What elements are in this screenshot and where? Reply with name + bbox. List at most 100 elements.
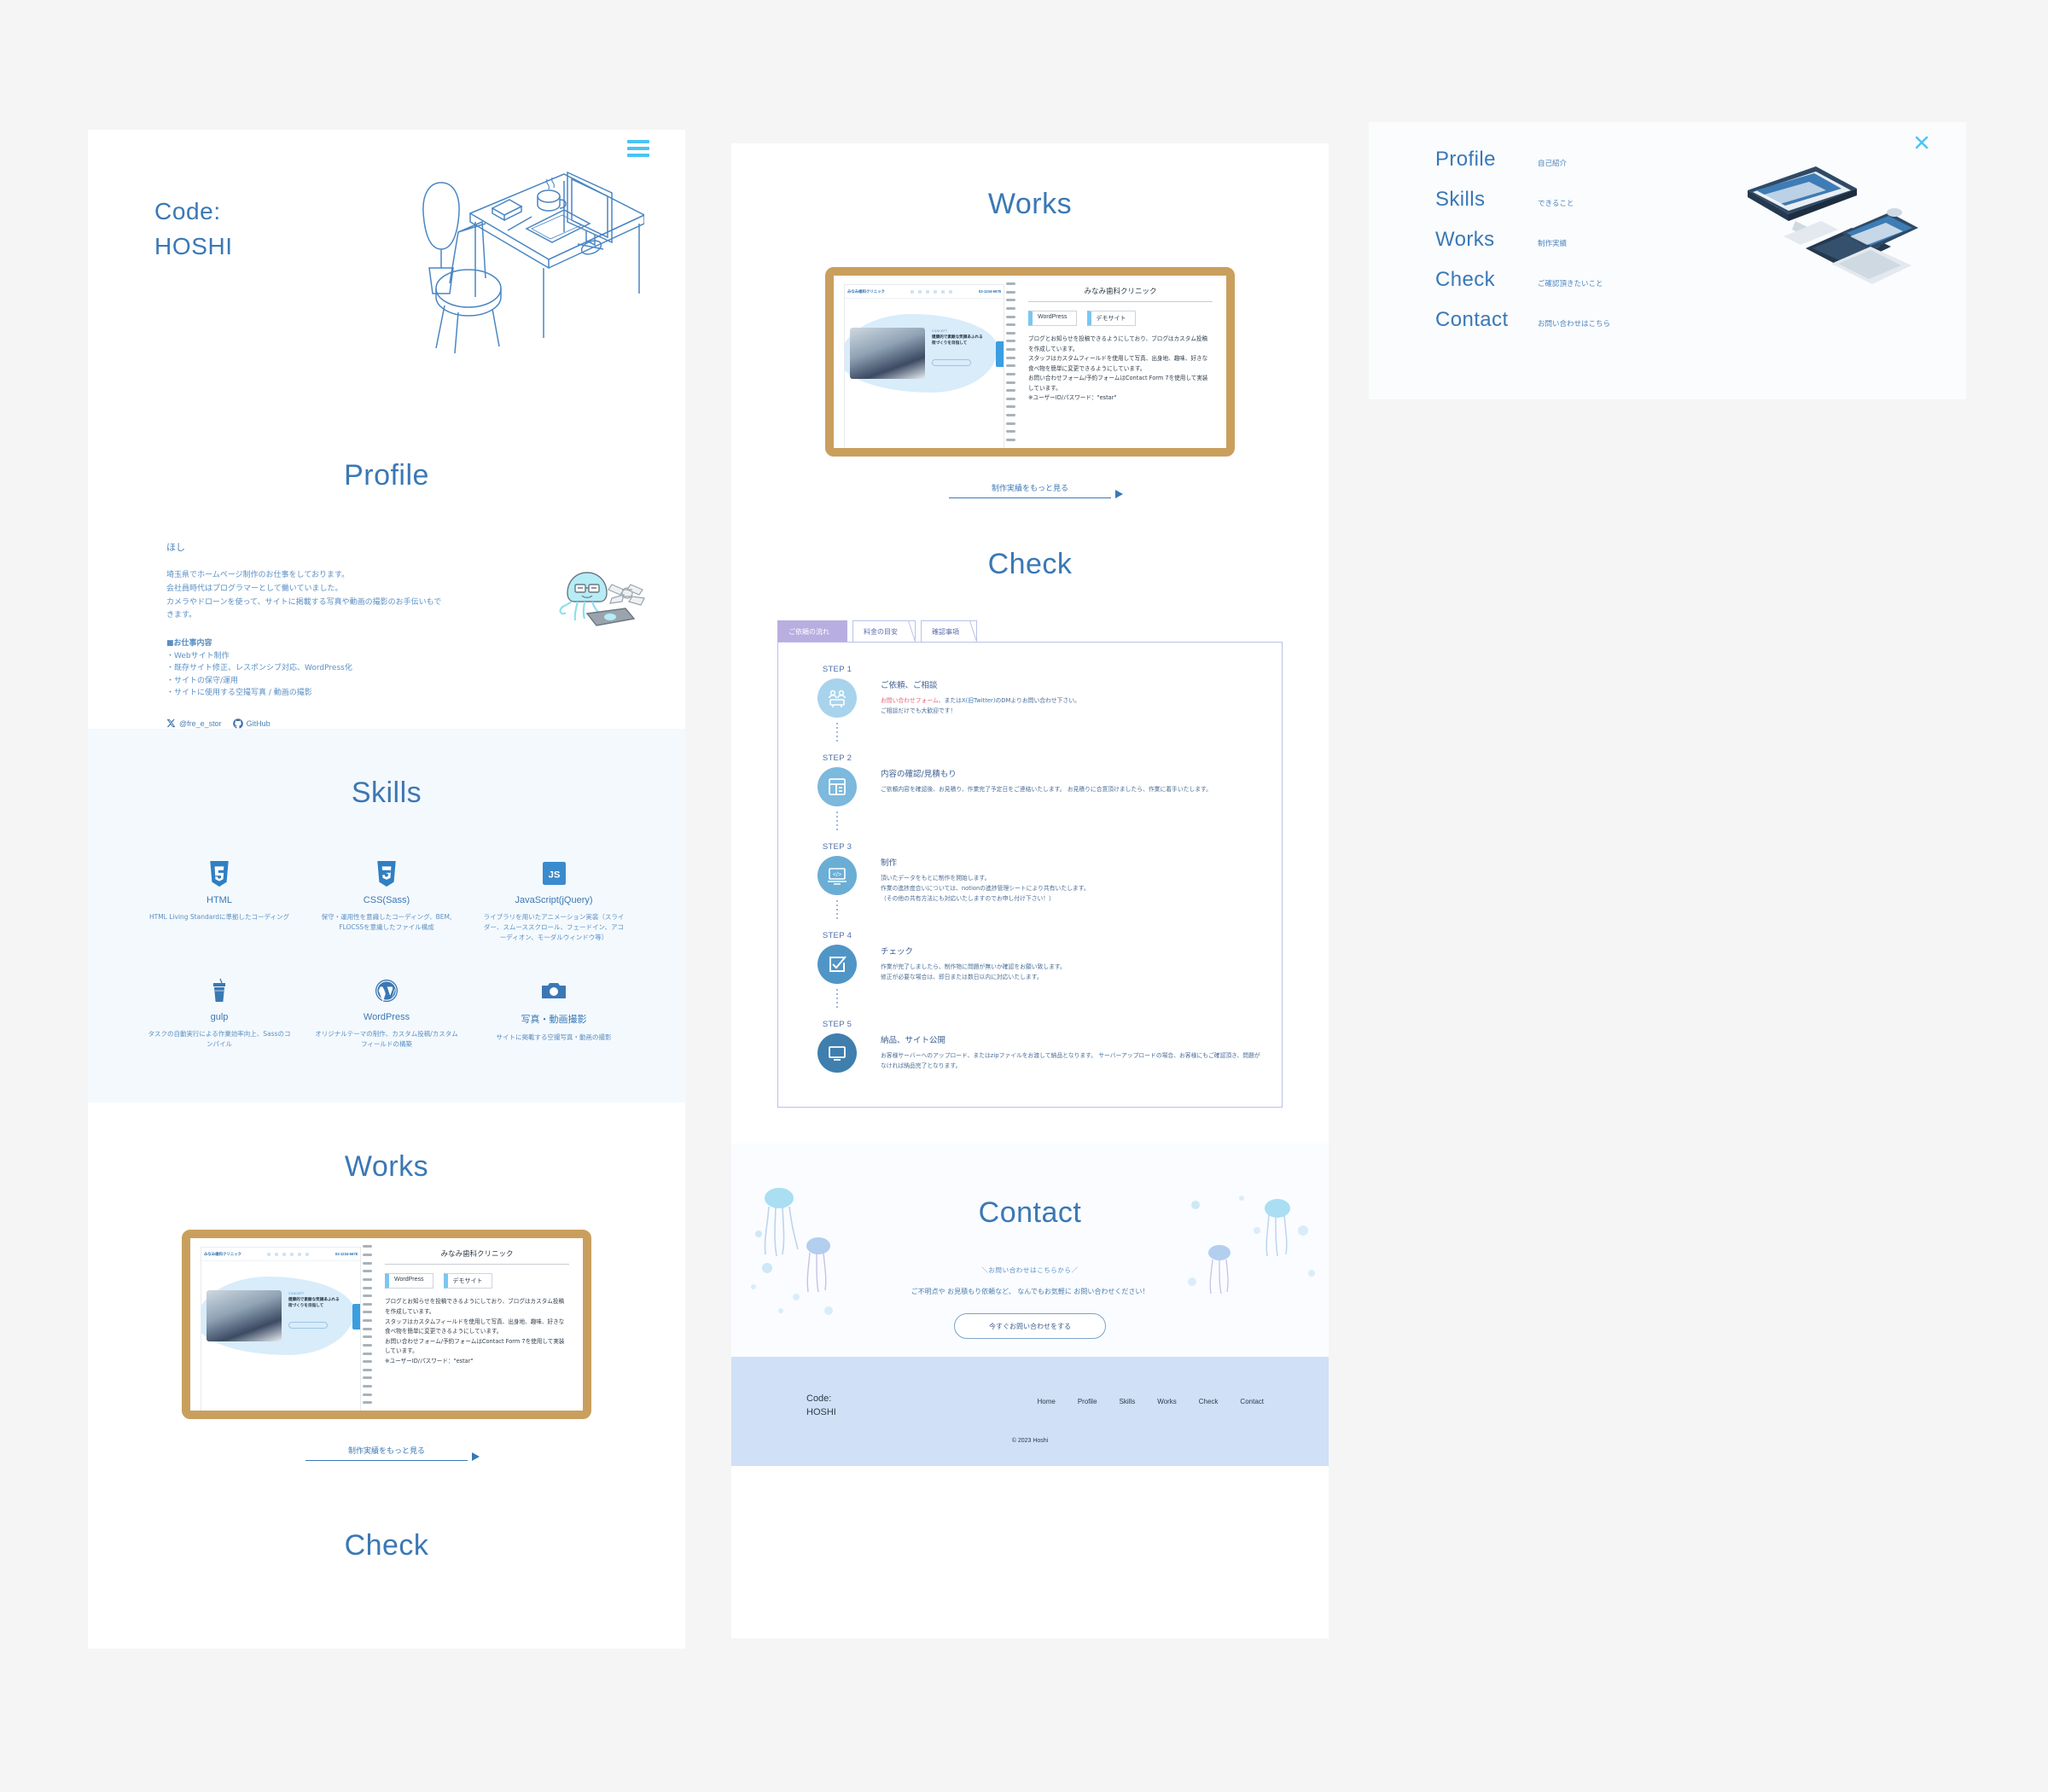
step-content: チェック 作業が完了しましたら、制作物に問題が無いか確認をお願い致します。 修正… — [870, 931, 1261, 1008]
step-marker: STEP 3 </> — [804, 842, 870, 919]
mini-site-hero: CONCEPT 健康的で素敵な笑顔あふれる 街づくりを目指して — [845, 299, 1004, 401]
footer-nav-contact[interactable]: Contact — [1240, 1398, 1264, 1405]
social-label-github: GitHub — [246, 719, 271, 728]
svg-text:JS: JS — [548, 870, 560, 881]
contact-subtext: ご不明点や お見積もり依頼など、 なんでもお気軽に お問い合わせください！ — [911, 1288, 1149, 1295]
close-icon[interactable] — [1913, 134, 1930, 151]
arrow-right-icon — [1115, 490, 1123, 498]
hero-copy: CONCEPT 健康的で素敵な笑顔あふれる 街づくりを目指して — [288, 1292, 353, 1329]
nav-label-jp: お問い合わせはこちら — [1538, 320, 1611, 329]
skill-desc: タスクの自動実行による作業効率向上、Sassのコンパイル — [148, 1029, 291, 1049]
work-description: ブログとお知らせを投稿できるようにしており、ブログはカスタム投稿を作成しています… — [1028, 335, 1208, 402]
footer-nav-profile[interactable]: Profile — [1078, 1398, 1097, 1405]
step-connector — [836, 812, 838, 830]
contact-title: Contact — [978, 1196, 1082, 1229]
javascript-icon: JS — [482, 859, 625, 888]
skill-desc: サイトに掲載する空撮写真・動画の撮影 — [496, 1033, 612, 1041]
step-marker: STEP 2 — [804, 753, 870, 830]
works-more-link[interactable]: 制作実績をもっと見る — [949, 482, 1123, 498]
skill-card-css: CSS(Sass) 保守・運用性を意識したコーディング、BEM, FLOCSSを… — [303, 859, 470, 944]
nav-label-en: Check — [1435, 268, 1496, 291]
step-description: 頂いたデータをもとに制作を開始します。 作業の進捗度合いについては、notion… — [881, 874, 1261, 905]
contact-button[interactable]: 今すぐお問い合わせをする — [954, 1313, 1106, 1339]
tab-pricing[interactable]: 料金の目安 — [852, 620, 916, 642]
profile-social-links: @fre_e_stor GitHub — [166, 718, 619, 729]
profile-work-item: ・Webサイト制作 — [166, 652, 230, 660]
steps-panel: STEP 1 ご依頼、ご相談 お問い合わせフォーム、またはX(旧Twitter)… — [777, 642, 1283, 1108]
step-desc-line3: （その他の共有方法にも対応いたしますのでお申し付け下さい！） — [881, 894, 1055, 902]
social-link-x[interactable]: @fre_e_stor — [166, 719, 222, 728]
step-number: STEP 5 — [822, 1020, 852, 1029]
work-badge-demo[interactable]: デモサイト — [443, 1273, 492, 1289]
skill-name: gulp — [210, 1011, 229, 1022]
tab-notes[interactable]: 確認事項 — [921, 620, 977, 642]
document-estimate-icon — [817, 767, 857, 806]
profile-work-heading: ■お仕事内容 — [166, 639, 212, 648]
social-link-github[interactable]: GitHub — [232, 718, 271, 729]
step-marker: STEP 4 — [804, 931, 870, 1008]
monitor-icon — [817, 1033, 857, 1073]
works-title: Works — [987, 188, 1073, 220]
site-footer: Code: HOSHI Home Profile Skills Works Ch… — [731, 1357, 1329, 1466]
work-badge-wordpress[interactable]: WordPress — [385, 1273, 433, 1289]
step-title: ご依頼、ご相談 — [881, 681, 938, 690]
step-description: ご依頼内容を確認後、お見積り、作業完了予定日をご連絡いたします。 お見積りに合意… — [881, 786, 1212, 793]
footer-brand: Code: HOSHI — [806, 1393, 836, 1420]
works-more-link[interactable]: 制作実績をもっと見る — [305, 1445, 480, 1462]
work-title: みなみ歯科クリニック — [1028, 286, 1213, 302]
hamburger-menu-icon[interactable] — [627, 140, 649, 157]
step-desc-link[interactable]: X(旧Twitter) — [962, 697, 996, 704]
step-number: STEP 3 — [822, 842, 852, 852]
hero-photo — [207, 1290, 282, 1342]
step-number: STEP 2 — [822, 753, 852, 763]
hero-copy: CONCEPT 健康的で素敵な笑顔あふれる 街づくりを目指して — [932, 329, 997, 366]
skill-card-javascript: JS JavaScript(jQuery) ライブラリを用いたアニメーション実装… — [470, 859, 637, 944]
work-thumbnail: みなみ歯科クリニック 03-1234-5678 CONCEPT 健康的で素敵な笑… — [190, 1238, 361, 1411]
gulp-icon — [148, 976, 291, 1005]
site-brand: Code: HOSHI — [154, 195, 233, 264]
check-tabs: ご依頼の流れ 料金の目安 確認事項 — [777, 620, 1329, 642]
brand-line-1: Code: — [154, 198, 221, 224]
step-content: 制作 頂いたデータをもとに制作を開始します。 作業の進捗度合いについては、not… — [870, 842, 1261, 919]
skill-desc: オリジナルテーマの制作、カスタム投稿/カスタムフィールドの構築 — [315, 1029, 458, 1049]
work-card[interactable]: みなみ歯科クリニック 03-1234-5678 CONCEPT 健康的で素敵な笑… — [182, 1230, 591, 1420]
profile-work-item: ・既存サイト修正、レスポンシブ対応、WordPress化 — [166, 664, 352, 673]
mini-site-nav — [911, 289, 953, 294]
work-card[interactable]: みなみ歯科クリニック 03-1234-5678 CONCEPT 健康的で素敵な笑… — [825, 267, 1235, 457]
css3-icon — [315, 859, 458, 888]
mini-site-logo: みなみ歯科クリニック — [204, 1252, 241, 1257]
footer-nav-skills[interactable]: Skills — [1120, 1398, 1136, 1405]
side-tab — [996, 341, 1004, 367]
footer-nav-works[interactable]: Works — [1157, 1398, 1177, 1405]
desktop-laptop-isometric-illustration — [1713, 154, 1918, 329]
step-desc-line1: 頂いたデータをもとに制作を開始します。 — [881, 875, 991, 881]
step-marker: STEP 1 — [804, 665, 870, 742]
work-badge-wordpress[interactable]: WordPress — [1028, 311, 1077, 326]
step-connector — [836, 989, 838, 1008]
step-content: 内容の確認/見積もり ご依頼内容を確認後、お見積り、作業完了予定日をご連絡いたし… — [870, 753, 1261, 830]
step-item: STEP 3 </> 制作 頂いたデータをもとに制作を開始します。 作業の進捗度… — [804, 842, 1261, 928]
hero-eyebrow: CONCEPT — [932, 329, 948, 333]
work-details: みなみ歯科クリニック WordPress デモサイト ブログとお知らせを投稿でき… — [1016, 276, 1226, 448]
page-preview-left: Code: HOSHI Profile ほし 埼玉県でホームページ制作のお仕事を… — [88, 130, 685, 1649]
step-description: お客様サーバーへのアップロード、またはzipファイルをお渡して納品となります。 … — [881, 1052, 1260, 1069]
work-badge-demo[interactable]: デモサイト — [1086, 311, 1136, 326]
works-section-left: Works みなみ歯科クリニック 03-1234-5678 CONCEPT 健康… — [88, 1103, 685, 1496]
hero-body-text — [288, 1313, 353, 1318]
footer-nav-home[interactable]: Home — [1038, 1398, 1056, 1405]
checkbox-icon — [817, 945, 857, 984]
brand-line-2: HOSHI — [154, 232, 233, 259]
tab-flow[interactable]: ご依頼の流れ — [777, 620, 847, 642]
notebook-spiral — [1004, 276, 1016, 448]
skill-card-camera: 写真・動画撮影 サイトに掲載する空撮写真・動画の撮影 — [470, 976, 637, 1050]
work-title: みなみ歯科クリニック — [385, 1248, 569, 1265]
nav-label-en: Contact — [1435, 308, 1509, 331]
step-desc-highlight: お問い合わせフォーム — [881, 697, 939, 704]
nav-label-en: Works — [1435, 228, 1495, 251]
x-twitter-icon — [166, 719, 176, 728]
step-content: 納品、サイト公開 お客様サーバーへのアップロード、またはzipファイルをお渡して… — [870, 1020, 1261, 1073]
nav-overlay-panel: Profile 自己紹介 Skills できること Works 制作実績 Che… — [1369, 122, 1966, 399]
footer-nav-check[interactable]: Check — [1199, 1398, 1219, 1405]
skill-desc: 保守・運用性を意識したコーディング、BEM, FLOCSSを意識したファイル構成 — [321, 912, 452, 931]
mini-site-nav — [267, 1252, 310, 1256]
